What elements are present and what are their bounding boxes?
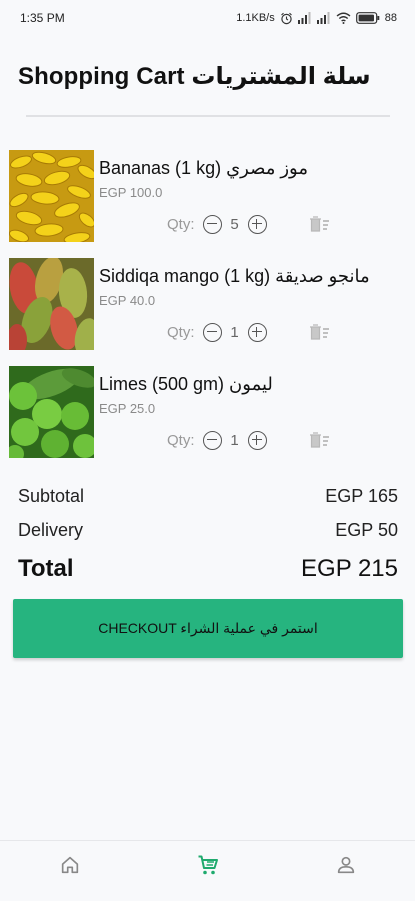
subtotal-label: Subtotal — [18, 486, 85, 506]
delete-sweep-icon — [310, 432, 329, 448]
decrease-quantity-button[interactable] — [202, 430, 222, 450]
quantity-value: 1 — [230, 431, 239, 449]
battery-icon — [355, 12, 380, 24]
subtotal-value: EGP 165 — [325, 486, 398, 506]
delivery-row: Delivery EGP 50 — [18, 520, 398, 541]
network-speed: 1.1KB/s — [236, 12, 275, 24]
total-row: Total EGP 215 — [18, 555, 398, 583]
increase-quantity-button[interactable] — [247, 322, 267, 342]
quantity-stepper: Qty: 1 — [167, 428, 267, 452]
item-name: Siddiqa mango (1 kg) مانجو صديقة — [99, 266, 370, 286]
bottom-navigation — [0, 840, 415, 901]
status-icons: 1.1KB/s 88 — [236, 12, 397, 25]
nav-cart[interactable] — [178, 841, 238, 889]
cart-item: Bananas (1 kg) موز مصري EGP 100.0 Qty: 5 — [9, 150, 409, 242]
limes-image — [9, 366, 94, 458]
wifi-icon — [336, 12, 351, 24]
mangoes-image — [9, 258, 94, 350]
decrease-quantity-button[interactable] — [202, 214, 222, 234]
remove-item-button[interactable] — [307, 320, 331, 344]
delete-sweep-icon — [310, 216, 329, 232]
signal-icon — [316, 12, 330, 24]
total-value: EGP 215 — [301, 555, 398, 582]
total-label: Total — [18, 555, 74, 582]
item-name: Limes (500 gm) ليمون — [99, 374, 273, 394]
remove-item-button[interactable] — [307, 212, 331, 236]
delivery-label: Delivery — [18, 520, 84, 540]
cart-item: Siddiqa mango (1 kg) مانجو صديقة EGP 40.… — [9, 258, 409, 350]
decrease-quantity-button[interactable] — [202, 322, 222, 342]
home-icon — [61, 856, 79, 874]
increase-quantity-button[interactable] — [247, 214, 267, 234]
nav-profile[interactable] — [316, 841, 376, 889]
cart-item: Limes (500 gm) ليمون EGP 25.0 Qty: 1 — [9, 366, 409, 458]
signal-icon — [297, 12, 311, 24]
checkout-button[interactable]: CHECKOUT استمر في عملية الشراء — [13, 599, 403, 658]
quantity-value: 1 — [230, 323, 239, 341]
qty-label: Qty: — [167, 431, 195, 449]
divider — [26, 115, 390, 117]
checkout-label: CHECKOUT استمر في عملية الشراء — [98, 620, 318, 636]
qty-label: Qty: — [167, 323, 195, 341]
qty-label: Qty: — [167, 215, 195, 233]
page-title: Shopping Cart سلة المشتريات — [18, 63, 371, 90]
delete-sweep-icon — [310, 324, 329, 340]
battery-level: 88 — [384, 12, 397, 24]
profile-icon — [337, 856, 355, 874]
quantity-value: 5 — [230, 215, 239, 233]
item-price: EGP 100.0 — [99, 185, 163, 200]
item-name: Bananas (1 kg) موز مصري — [99, 158, 308, 178]
quantity-stepper: Qty: 1 — [167, 320, 267, 344]
remove-item-button[interactable] — [307, 428, 331, 452]
bananas-image — [9, 150, 94, 242]
item-price: EGP 40.0 — [99, 293, 156, 308]
nav-home[interactable] — [40, 841, 100, 889]
delivery-value: EGP 50 — [335, 520, 398, 540]
alarm-icon — [280, 12, 292, 24]
status-time: 1:35 PM — [20, 11, 65, 25]
increase-quantity-button[interactable] — [247, 430, 267, 450]
quantity-stepper: Qty: 5 — [167, 212, 267, 236]
subtotal-row: Subtotal EGP 165 — [18, 486, 398, 507]
cart-icon — [198, 855, 218, 875]
item-price: EGP 25.0 — [99, 401, 156, 416]
status-bar: 1:35 PM 1.1KB/s 88 — [0, 0, 415, 36]
